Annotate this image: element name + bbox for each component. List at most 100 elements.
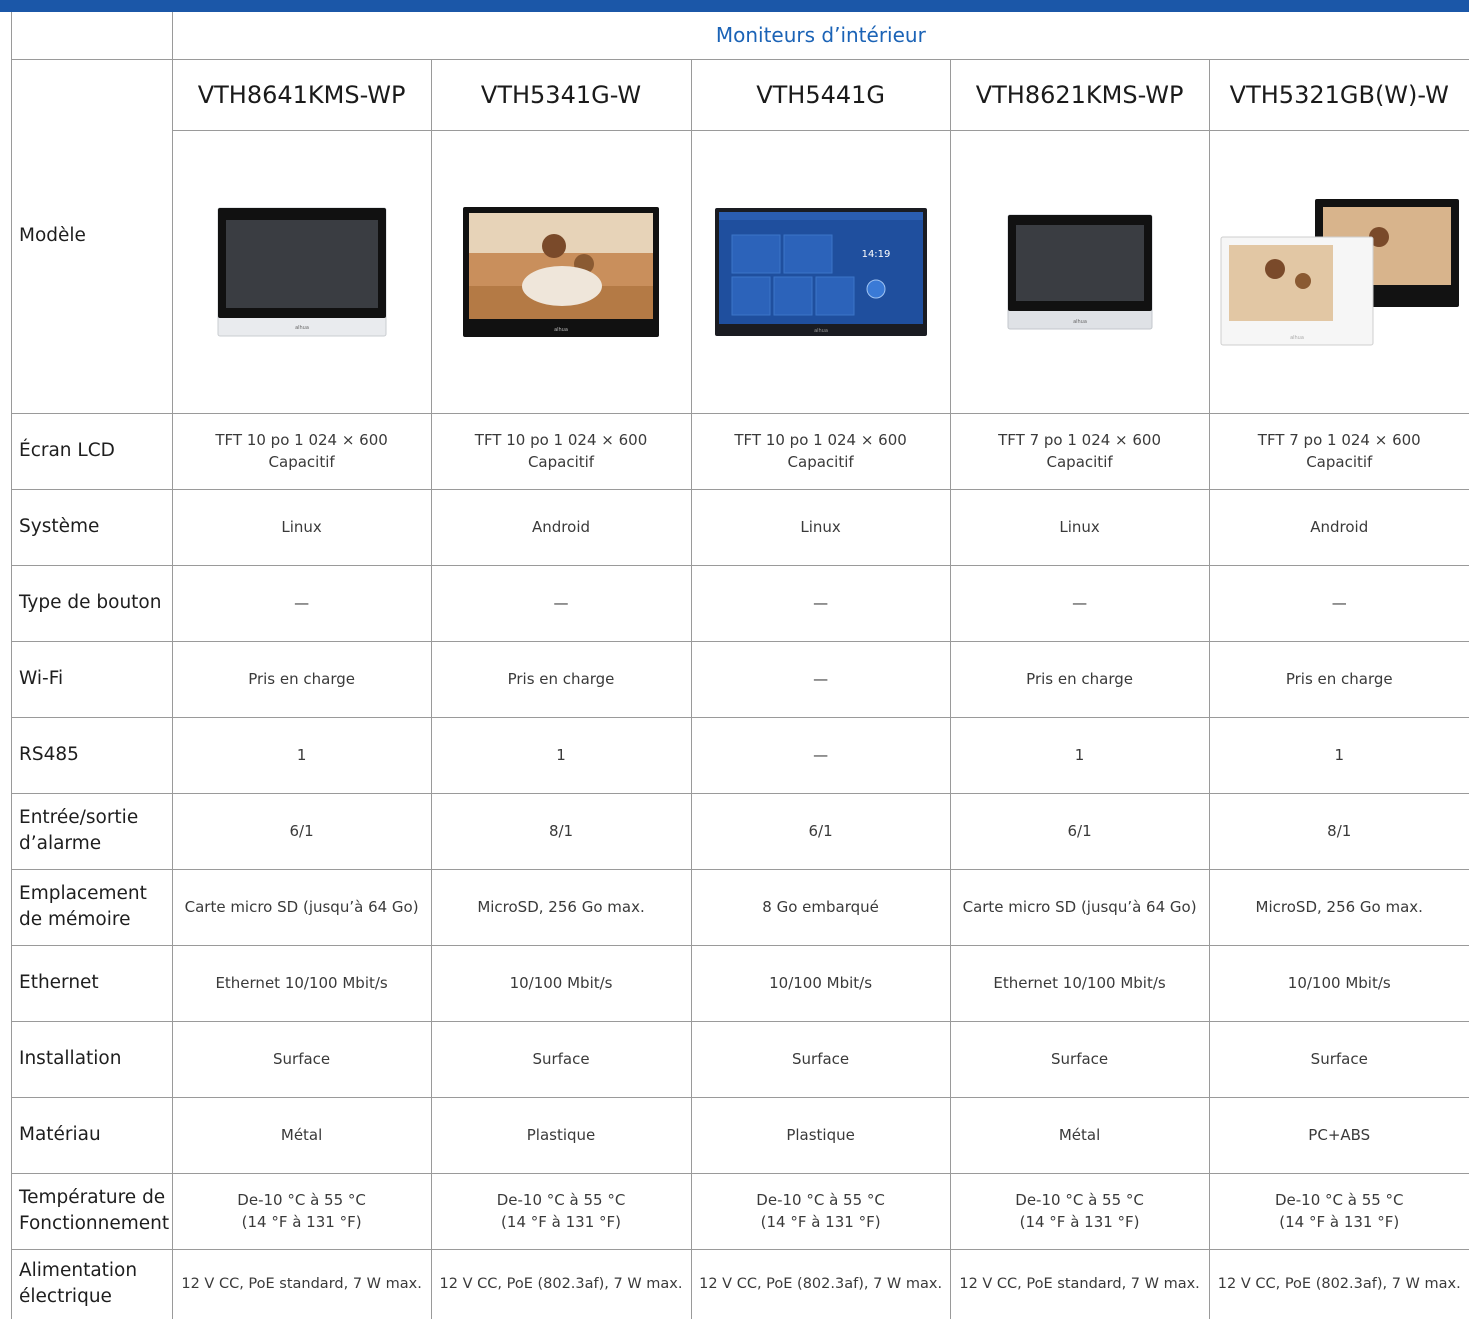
spec-label: Entrée/sortie d’alarme bbox=[12, 793, 173, 869]
spec-value-line: 12 V CC, PoE standard, 7 W max. bbox=[181, 1276, 421, 1292]
spec-value: Android bbox=[1209, 489, 1469, 565]
spec-value: Surface bbox=[950, 1021, 1209, 1097]
spec-value: Surface bbox=[431, 1021, 691, 1097]
spec-value: 6/1 bbox=[950, 793, 1209, 869]
device-image-cell: alhua bbox=[172, 130, 431, 413]
spec-value-line: 8/1 bbox=[549, 822, 573, 840]
corner-cell bbox=[12, 12, 173, 59]
spec-value-line: Carte micro SD (jusqu’à 64 Go) bbox=[963, 898, 1197, 916]
spec-value: 8/1 bbox=[431, 793, 691, 869]
spec-value-line: Plastique bbox=[527, 1126, 596, 1144]
model-name: VTH8641KMS-WP bbox=[172, 59, 431, 130]
spec-value-line: Linux bbox=[1059, 518, 1099, 536]
device-image-vth5341: alhua bbox=[462, 206, 660, 338]
spec-value: Pris en charge bbox=[172, 641, 431, 717]
spec-value: 1 bbox=[1209, 717, 1469, 793]
spec-value-line: Linux bbox=[800, 518, 840, 536]
device-image-vth8641: alhua bbox=[216, 206, 388, 338]
spec-value: De-10 °C à 55 °C(14 °F à 131 °F) bbox=[1209, 1173, 1469, 1249]
spec-row: Alimentation électrique 12 V CC, PoE stan… bbox=[12, 1249, 1469, 1319]
spec-value: Pris en charge bbox=[1209, 641, 1469, 717]
device-image-cell: 14:19 alhua bbox=[691, 130, 950, 413]
spec-value-line: 12 V CC, PoE standard, 7 W max. bbox=[959, 1276, 1199, 1292]
device-image-vth8621: alhua bbox=[1006, 213, 1154, 331]
spec-row: Emplacement de mémoireCarte micro SD (ju… bbox=[12, 869, 1469, 945]
spec-value: — bbox=[950, 565, 1209, 641]
spec-value: — bbox=[691, 717, 950, 793]
spec-value-line: PC+ABS bbox=[1308, 1126, 1370, 1144]
spec-value-line: 6/1 bbox=[290, 822, 314, 840]
spec-value-line: Pris en charge bbox=[1286, 670, 1393, 688]
spec-value: Pris en charge bbox=[431, 641, 691, 717]
spec-value-line: De-10 °C à 55 °C bbox=[756, 1191, 885, 1209]
spec-value-line: 1 bbox=[1075, 746, 1085, 764]
spec-label: Type de bouton bbox=[12, 565, 173, 641]
spec-value: PC+ABS bbox=[1209, 1097, 1469, 1173]
spec-value-line: TFT 7 po 1 024 × 600 bbox=[998, 431, 1161, 449]
spec-value: Carte micro SD (jusqu’à 64 Go) bbox=[172, 869, 431, 945]
spec-value-line: (14 °F à 131 °F) bbox=[242, 1213, 362, 1231]
spec-value-line: MicroSD, 256 Go max. bbox=[1256, 898, 1423, 916]
spec-value-line: (14 °F à 131 °F) bbox=[1020, 1213, 1140, 1231]
spec-value-line: Capacitif bbox=[1047, 453, 1113, 471]
spec-value: 10/100 Mbit/s bbox=[1209, 945, 1469, 1021]
spec-value: Pris en charge bbox=[950, 641, 1209, 717]
spec-value-line: Surface bbox=[1311, 1050, 1368, 1068]
spec-value-line: 12 V CC, PoE (802.3af), 7 W max. bbox=[1218, 1276, 1461, 1292]
svg-text:alhua: alhua bbox=[814, 328, 828, 334]
spec-value-line: 10/100 Mbit/s bbox=[510, 974, 613, 992]
spec-value-line: — bbox=[813, 670, 828, 688]
spec-value-line: TFT 10 po 1 024 × 600 bbox=[475, 431, 647, 449]
spec-value: Surface bbox=[1209, 1021, 1469, 1097]
spec-value-line: 1 bbox=[556, 746, 566, 764]
spec-row: Entrée/sortie d’alarme6/18/16/16/18/1 bbox=[12, 793, 1469, 869]
spec-value: — bbox=[1209, 565, 1469, 641]
spec-value-line: — bbox=[1332, 594, 1347, 612]
row-label-model: Modèle bbox=[12, 59, 173, 413]
spec-value-line: 12 V CC, PoE (802.3af), 7 W max. bbox=[440, 1276, 683, 1292]
spec-value-line: Pris en charge bbox=[508, 670, 615, 688]
spec-rows: Écran LCDTFT 10 po 1 024 × 600CapacitifT… bbox=[12, 413, 1469, 1319]
model-image-row: alhua alhua bbox=[12, 130, 1469, 413]
spec-row: RS48511—11 bbox=[12, 717, 1469, 793]
svg-text:alhua: alhua bbox=[1290, 335, 1304, 341]
spec-value: Carte micro SD (jusqu’à 64 Go) bbox=[950, 869, 1209, 945]
spec-value: 6/1 bbox=[172, 793, 431, 869]
spec-label: Système bbox=[12, 489, 173, 565]
spec-row: Type de bouton————— bbox=[12, 565, 1469, 641]
spec-row: Température de FonctionnementDe-10 °C à … bbox=[12, 1173, 1469, 1249]
group-header: Moniteurs d’intérieur bbox=[172, 12, 1469, 59]
spec-row: MatériauMétalPlastiquePlastiqueMétalPC+A… bbox=[12, 1097, 1469, 1173]
model-name: VTH5321GB(W)-W bbox=[1209, 59, 1469, 130]
spec-row: SystèmeLinuxAndroidLinuxLinuxAndroid bbox=[12, 489, 1469, 565]
spec-value-line: TFT 10 po 1 024 × 600 bbox=[734, 431, 906, 449]
spec-value-line: TFT 7 po 1 024 × 600 bbox=[1258, 431, 1421, 449]
spec-value-line: 12 V CC, PoE (802.3af), 7 W max. bbox=[699, 1276, 942, 1292]
model-name: VTH5441G bbox=[691, 59, 950, 130]
spec-value: Plastique bbox=[691, 1097, 950, 1173]
spec-value: — bbox=[691, 641, 950, 717]
spec-value: 12 V CC, PoE (802.3af), 7 W max. bbox=[431, 1249, 691, 1319]
spec-value: De-10 °C à 55 °C(14 °F à 131 °F) bbox=[691, 1173, 950, 1249]
spec-value-line: Capacitif bbox=[269, 453, 335, 471]
svg-text:alhua: alhua bbox=[1073, 319, 1087, 325]
spec-value-line: Métal bbox=[1059, 1126, 1100, 1144]
spec-row: Écran LCDTFT 10 po 1 024 × 600CapacitifT… bbox=[12, 413, 1469, 489]
model-name: VTH5341G-W bbox=[431, 59, 691, 130]
spec-value-line: 10/100 Mbit/s bbox=[769, 974, 872, 992]
spec-value-line: — bbox=[294, 594, 309, 612]
spec-value-line: De-10 °C à 55 °C bbox=[1015, 1191, 1144, 1209]
spec-value: MicroSD, 256 Go max. bbox=[1209, 869, 1469, 945]
spec-value-line: Plastique bbox=[786, 1126, 855, 1144]
spec-value: Métal bbox=[950, 1097, 1209, 1173]
spec-value-line: 6/1 bbox=[1068, 822, 1092, 840]
spec-value-line: Capacitif bbox=[528, 453, 594, 471]
spec-value-line: Surface bbox=[532, 1050, 589, 1068]
spec-value: De-10 °C à 55 °C(14 °F à 131 °F) bbox=[172, 1173, 431, 1249]
spec-value: TFT 10 po 1 024 × 600Capacitif bbox=[172, 413, 431, 489]
spec-value: TFT 10 po 1 024 × 600Capacitif bbox=[691, 413, 950, 489]
spec-value: 1 bbox=[950, 717, 1209, 793]
spec-value-line: 1 bbox=[1334, 746, 1344, 764]
spec-value-line: — bbox=[813, 746, 828, 764]
spec-label: Alimentation électrique bbox=[12, 1249, 173, 1319]
